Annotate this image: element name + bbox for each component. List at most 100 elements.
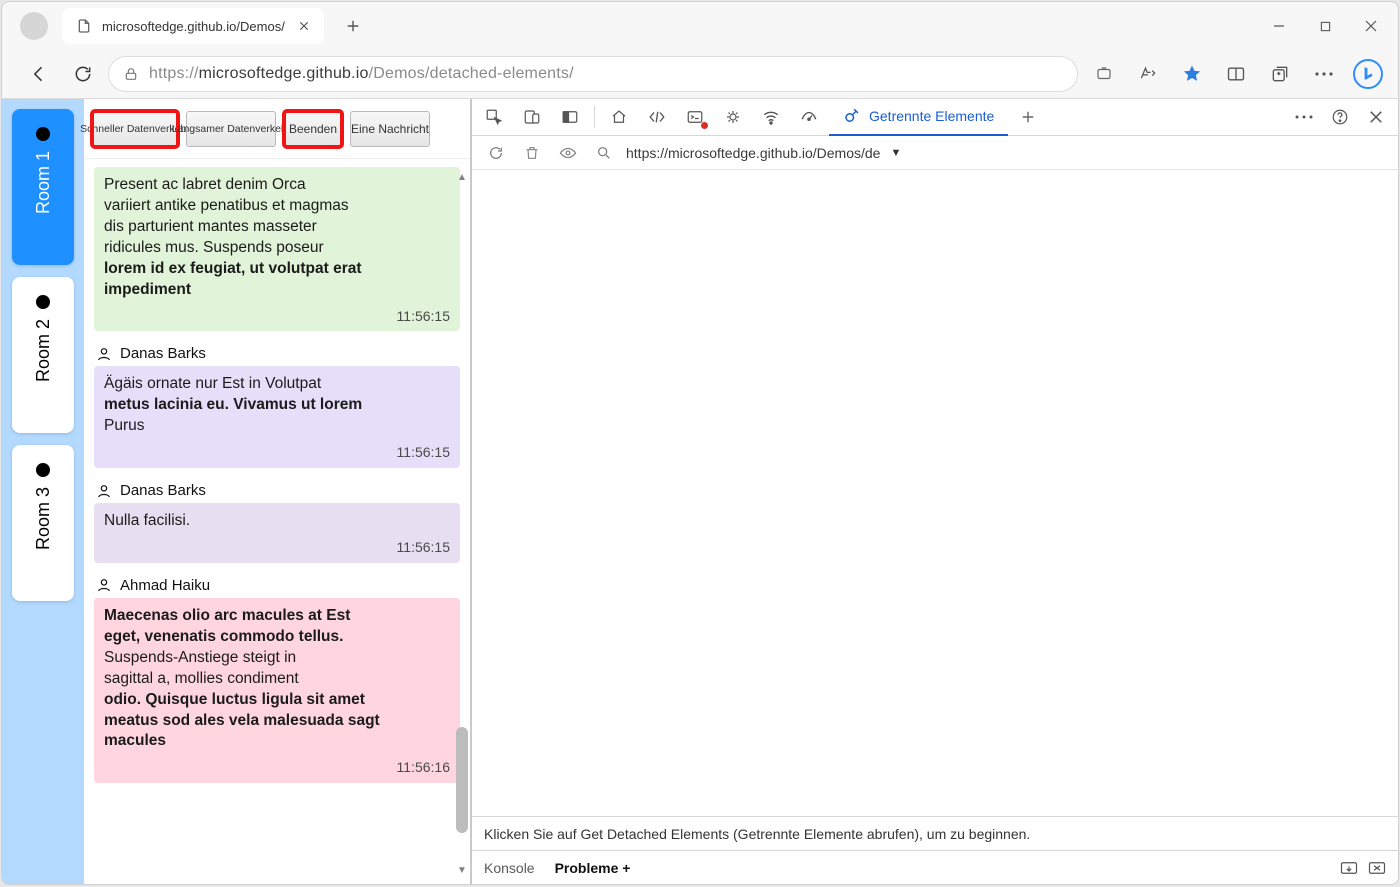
refresh-detached-icon[interactable] [482,139,510,167]
message-text: Maecenas olio arc macules at Est eget, v… [104,606,450,752]
delete-icon[interactable] [518,139,546,167]
one-message-button[interactable]: Eine Nachricht [350,111,430,147]
tab-label: Getrennte Elemente [869,108,994,124]
devtools-more-icon[interactable] [1286,99,1322,135]
message-item: Ahmad Haiku Maecenas olio arc macules at… [94,577,460,783]
message-timestamp: 11:56:15 [104,307,450,326]
collections-icon[interactable] [1260,54,1300,94]
search-icon[interactable] [590,139,618,167]
bing-icon [1353,59,1383,89]
bing-button[interactable] [1348,54,1388,94]
message-text: Present ac labret denim Orca variiert an… [104,175,450,301]
message-bubble: Nulla facilisi. 11:56:15 [94,503,460,563]
message-bubble: Ägäis ornate nur Est in Volutpat metus l… [94,366,460,468]
message-bubble: Present ac labret denim Orca variiert an… [94,167,460,331]
chat-pane: Schneller Datenverkehr Langsamer Datenve… [84,99,470,884]
address-bar: https://microsoftedge.github.io/Demos/de… [2,50,1398,98]
room-tab-1[interactable]: Room 1 [12,109,74,265]
scroll-down-icon[interactable]: ▼ [454,862,470,878]
status-dot-icon [36,463,50,477]
browser-tab[interactable]: microsoftedge.github.io/Demos/ [62,8,324,44]
elements-tab-icon[interactable] [639,99,675,135]
drawer-tab-probleme[interactable]: Probleme + [555,860,631,876]
window-buttons [1256,6,1394,46]
room-label: Room 1 [33,151,54,214]
avatar-icon [96,346,112,362]
drawer-expand-icon[interactable] [1340,861,1358,875]
message-timestamp: 11:56:16 [104,758,450,777]
chat-toolbar: Schneller Datenverkehr Langsamer Datenve… [84,99,470,159]
devtools-hint: Klicken Sie auf Get Detached Elements (G… [472,816,1398,850]
back-button[interactable] [20,55,58,93]
profile-avatar[interactable] [20,12,48,40]
drawer-close-icon[interactable] [1368,861,1386,875]
scroll-up-icon[interactable]: ▲ [454,169,470,185]
room-label: Room 3 [33,487,54,550]
toolbar-right [1084,54,1388,94]
eye-icon[interactable] [554,139,582,167]
devtools-body [472,170,1398,816]
page-icon [76,18,92,34]
frame-path[interactable]: https://microsoftedge.github.io/Demos/de [626,145,880,161]
devtools-help-icon[interactable] [1322,99,1358,135]
message-author: Ahmad Haiku [120,577,210,594]
refresh-button[interactable] [64,55,102,93]
room-sidebar: Room 1 Room 2 Room 3 [2,99,84,884]
url-path: /Demos/detached-elements/ [369,65,574,82]
room-tab-2[interactable]: Room 2 [12,277,74,433]
close-window-button[interactable] [1348,6,1394,46]
read-aloud-icon[interactable] [1128,54,1168,94]
inspect-element-icon[interactable] [476,99,512,135]
drawer-tab-konsole[interactable]: Konsole [484,860,535,876]
app-mode-icon[interactable] [1084,54,1124,94]
message-timestamp: 11:56:15 [104,443,450,462]
console-tab-icon[interactable] [677,99,713,135]
message-bubble: Maecenas olio arc macules at Est eget, v… [94,598,460,783]
message-from: Ahmad Haiku [96,577,460,594]
url-proto: https:// [149,65,199,82]
device-toolbar-icon[interactable] [514,99,550,135]
room-tab-3[interactable]: Room 3 [12,445,74,601]
maximize-button[interactable] [1302,6,1348,46]
content-row: Room 1 Room 2 Room 3 Schneller Datenverk… [2,98,1398,884]
tab-close-button[interactable] [296,18,312,34]
stop-button[interactable]: Beenden [284,111,342,147]
dropdown-icon[interactable]: ▼ [890,147,901,159]
scroll-thumb[interactable] [456,727,468,833]
favorite-icon[interactable] [1172,54,1212,94]
message-item: Danas Barks Nulla facilisi. 11:56:15 [94,482,460,563]
demo-page: Room 1 Room 2 Room 3 Schneller Datenverk… [2,99,471,884]
devtools-close-icon[interactable] [1358,99,1394,135]
status-dot-icon [36,127,50,141]
new-tab-button[interactable] [336,9,370,43]
devtools-panel: Getrennte Elemente https://microsoftedge… [471,99,1398,884]
minimize-button[interactable] [1256,6,1302,46]
slow-traffic-button[interactable]: Langsamer Datenverkehr [186,111,276,147]
more-menu-button[interactable] [1304,54,1344,94]
separator [594,106,595,128]
scrollbar[interactable]: ▲ ▼ [454,169,470,878]
message-author: Danas Barks [120,345,206,362]
sources-tab-icon[interactable] [715,99,751,135]
welcome-tab-icon[interactable] [601,99,637,135]
add-tab-button[interactable] [1010,99,1046,135]
url-box[interactable]: https://microsoftedge.github.io/Demos/de… [108,56,1078,92]
messages-list[interactable]: Present ac labret denim Orca variiert an… [84,159,470,884]
split-screen-icon[interactable] [1216,54,1256,94]
browser-window: microsoftedge.github.io/Demos/ https://m… [1,1,1399,885]
message-from: Danas Barks [96,345,460,362]
tab-title: microsoftedge.github.io/Demos/ [102,19,286,34]
toggle-panel-icon[interactable] [552,99,588,135]
detached-elements-tab[interactable]: Getrennte Elemente [829,99,1008,136]
network-tab-icon[interactable] [753,99,789,135]
room-label: Room 2 [33,319,54,382]
fast-traffic-button[interactable]: Schneller Datenverkehr [92,111,178,147]
status-dot-icon [36,295,50,309]
url-text: https://microsoftedge.github.io/Demos/de… [149,65,574,83]
avatar-icon [96,483,112,499]
url-host: microsoftedge.github.io [199,65,369,82]
detached-icon [843,107,861,125]
performance-tab-icon[interactable] [791,99,827,135]
message-text: Nulla facilisi. [104,511,450,532]
titlebar: microsoftedge.github.io/Demos/ [2,2,1398,50]
